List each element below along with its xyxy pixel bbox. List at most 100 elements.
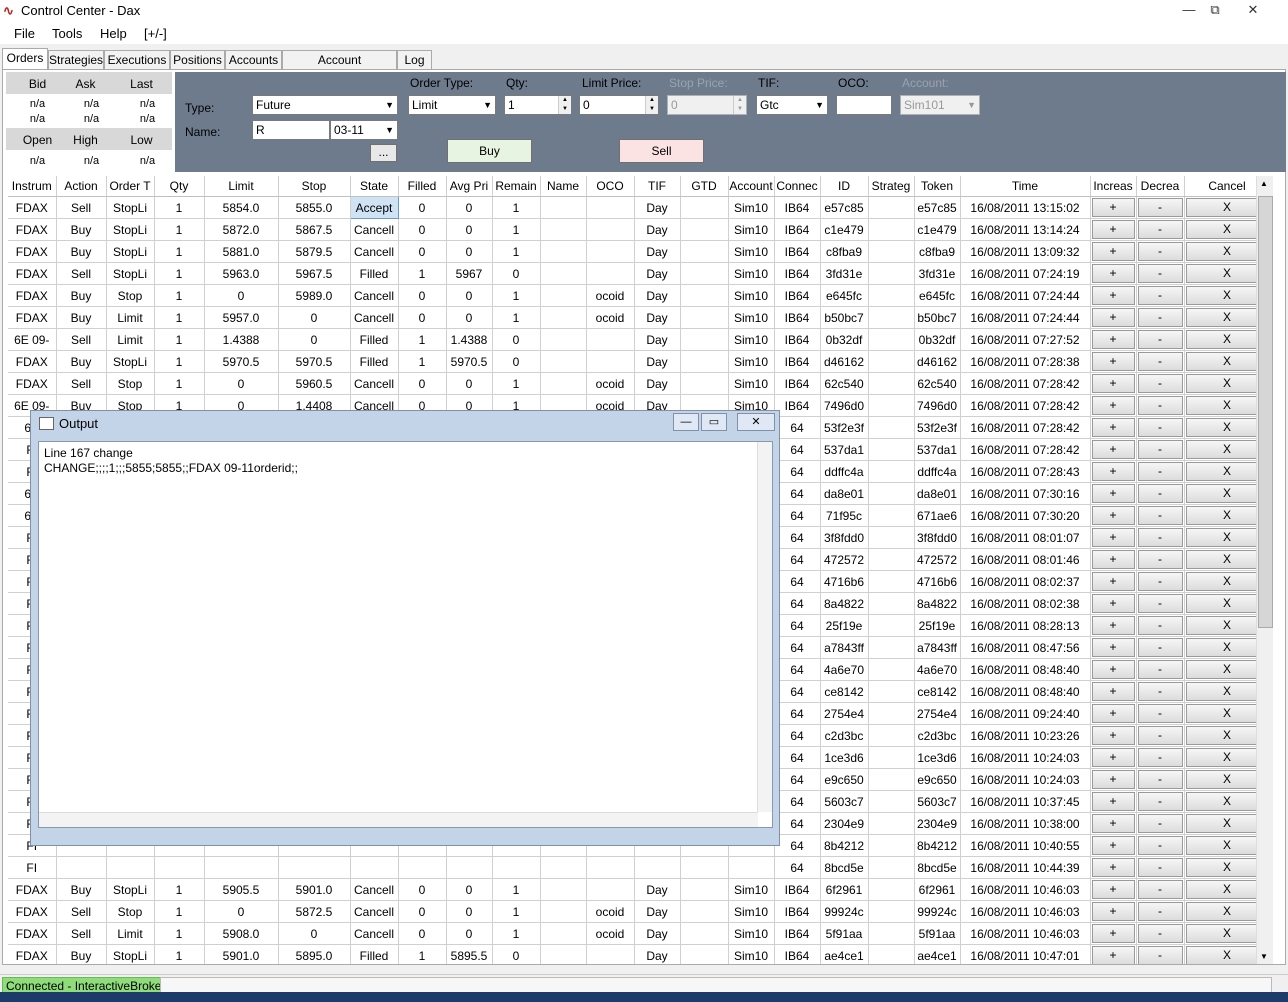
order-row[interactable]: FDAX Buy Limit 1 5957.0 0 Cancell 0 0 1 ocoid Day Si… (8, 306, 1271, 329)
decrease-button[interactable]: - (1137, 396, 1183, 415)
tab-accounts[interactable]: Accounts (225, 50, 282, 69)
decrease-button[interactable]: - (1137, 198, 1183, 217)
increase-button[interactable]: + (1091, 462, 1135, 481)
menu-help[interactable]: Help (100, 26, 127, 41)
sell-button[interactable]: Sell (619, 139, 704, 163)
increase-button[interactable]: + (1091, 286, 1135, 305)
increase-button[interactable]: + (1091, 792, 1135, 811)
type-select[interactable]: Future ▼ (252, 95, 398, 115)
scroll-up-icon[interactable]: ▲ (1260, 179, 1268, 188)
order-row[interactable]: FDAX Sell Stop 1 0 5960.5 Cancell 0 0 1 ocoid Day Si… (8, 372, 1271, 395)
order-row[interactable]: FDAX Buy Stop 1 0 5989.0 Cancell 0 0 1 ocoid Day Sim… (8, 284, 1271, 307)
decrease-button[interactable]: - (1137, 902, 1183, 921)
decrease-button[interactable]: - (1137, 330, 1183, 349)
decrease-button[interactable]: - (1137, 792, 1183, 811)
increase-button[interactable]: + (1091, 418, 1135, 437)
increase-button[interactable]: + (1091, 924, 1135, 943)
increase-button[interactable]: + (1091, 902, 1135, 921)
order-row[interactable]: FDAX Buy StopLi 1 5881.0 5879.5 Cancell 0 0 1 Day S… (8, 240, 1271, 263)
increase-button[interactable]: + (1091, 198, 1135, 217)
decrease-button[interactable]: - (1137, 572, 1183, 591)
increase-button[interactable]: + (1091, 638, 1135, 657)
menu-tools[interactable]: Tools (52, 26, 82, 41)
decrease-button[interactable]: - (1137, 264, 1183, 283)
increase-button[interactable]: + (1091, 814, 1135, 833)
minimize-button[interactable]: — (1176, 1, 1202, 19)
order-row[interactable]: 6E 09- Sell Limit 1 1.4388 0 Filled 1 1.4388 0 Day… (8, 328, 1271, 351)
output-minimize-button[interactable]: — (673, 413, 699, 431)
column-header[interactable]: Time (960, 176, 1091, 197)
order-row[interactable]: FDAX Sell StopLi 1 5963.0 5967.5 Filled 1 5967 0 D… (8, 262, 1271, 285)
output-close-button[interactable]: ✕ (737, 413, 775, 431)
increase-button[interactable]: + (1091, 704, 1135, 723)
decrease-button[interactable]: - (1137, 594, 1183, 613)
column-header[interactable]: Remain (492, 176, 541, 197)
decrease-button[interactable]: - (1137, 308, 1183, 327)
menu-expand[interactable]: [+/-] (144, 26, 167, 41)
increase-button[interactable]: + (1091, 484, 1135, 503)
increase-button[interactable]: + (1091, 242, 1135, 261)
decrease-button[interactable]: - (1137, 682, 1183, 701)
tab-orders[interactable]: Orders (2, 48, 48, 70)
scroll-down-icon[interactable]: ▼ (1260, 952, 1268, 961)
decrease-button[interactable]: - (1137, 770, 1183, 789)
column-header[interactable]: Qty (154, 176, 205, 197)
order-row[interactable]: FDAX Buy StopLi 1 5970.5 5970.5 Filled 1 5970.5 0… (8, 350, 1271, 373)
column-header[interactable]: Strateg (868, 176, 915, 197)
increase-button[interactable]: + (1091, 264, 1135, 283)
column-header[interactable]: OCO (586, 176, 635, 197)
increase-button[interactable]: + (1091, 748, 1135, 767)
close-button[interactable]: ✕ (1240, 1, 1266, 19)
increase-button[interactable]: + (1091, 308, 1135, 327)
order-row[interactable]: FDAX Sell StopLi 1 5854.0 5855.0 Accept 0 0 1 Day S… (8, 196, 1271, 219)
column-header[interactable]: Instrum (8, 176, 57, 197)
decrease-button[interactable]: - (1137, 946, 1183, 964)
decrease-button[interactable]: - (1137, 704, 1183, 723)
tab-positions[interactable]: Positions (170, 50, 225, 69)
increase-button[interactable]: + (1091, 374, 1135, 393)
increase-button[interactable]: + (1091, 616, 1135, 635)
decrease-button[interactable]: - (1137, 220, 1183, 239)
decrease-button[interactable]: - (1137, 440, 1183, 459)
column-header[interactable]: Stop (278, 176, 351, 197)
decrease-button[interactable]: - (1137, 660, 1183, 679)
decrease-button[interactable]: - (1137, 550, 1183, 569)
tab-strategies[interactable]: Strategies (48, 50, 104, 69)
menu-file[interactable]: File (14, 26, 35, 41)
increase-button[interactable]: + (1091, 396, 1135, 415)
increase-button[interactable]: + (1091, 550, 1135, 569)
browse-button[interactable]: ... (370, 144, 397, 162)
column-header[interactable]: Name (540, 176, 587, 197)
tab-executions[interactable]: Executions (104, 50, 170, 69)
increase-button[interactable]: + (1091, 836, 1135, 855)
increase-button[interactable]: + (1091, 506, 1135, 525)
column-header[interactable]: State (350, 176, 399, 197)
order-row[interactable]: FDAX Buy StopLi 1 5905.5 5901.0 Cancell 0 0 1 Day S… (8, 878, 1271, 901)
decrease-button[interactable]: - (1137, 836, 1183, 855)
decrease-button[interactable]: - (1137, 880, 1183, 899)
increase-button[interactable]: + (1091, 330, 1135, 349)
spinner-icon[interactable]: ▲ ▼ (558, 96, 571, 114)
name-input[interactable]: R (252, 120, 330, 140)
decrease-button[interactable]: - (1137, 242, 1183, 261)
decrease-button[interactable]: - (1137, 726, 1183, 745)
column-header[interactable]: Connec (774, 176, 821, 197)
decrease-button[interactable]: - (1137, 462, 1183, 481)
decrease-button[interactable]: - (1137, 374, 1183, 393)
grid-scrollbar[interactable]: ▲ ▼ (1256, 176, 1273, 964)
order-row[interactable]: FI 64 8bcd5e 8bcd5e 16/08/2011 10:44:39 + - X (8, 856, 1271, 879)
column-header[interactable]: Limit (204, 176, 279, 197)
increase-button[interactable]: + (1091, 528, 1135, 547)
increase-button[interactable]: + (1091, 440, 1135, 459)
limit-price-input[interactable]: 0 ▲ ▼ (579, 95, 659, 115)
decrease-button[interactable]: - (1137, 616, 1183, 635)
increase-button[interactable]: + (1091, 770, 1135, 789)
increase-button[interactable]: + (1091, 352, 1135, 371)
increase-button[interactable]: + (1091, 726, 1135, 745)
output-hscroll[interactable] (39, 812, 758, 827)
decrease-button[interactable]: - (1137, 352, 1183, 371)
spinner-icon[interactable]: ▲ ▼ (645, 96, 658, 114)
output-textarea[interactable]: Line 167 change CHANGE;;;;1;;;5855;5855;… (38, 441, 773, 828)
column-header[interactable]: Order T (106, 176, 155, 197)
oco-input[interactable] (836, 95, 892, 115)
